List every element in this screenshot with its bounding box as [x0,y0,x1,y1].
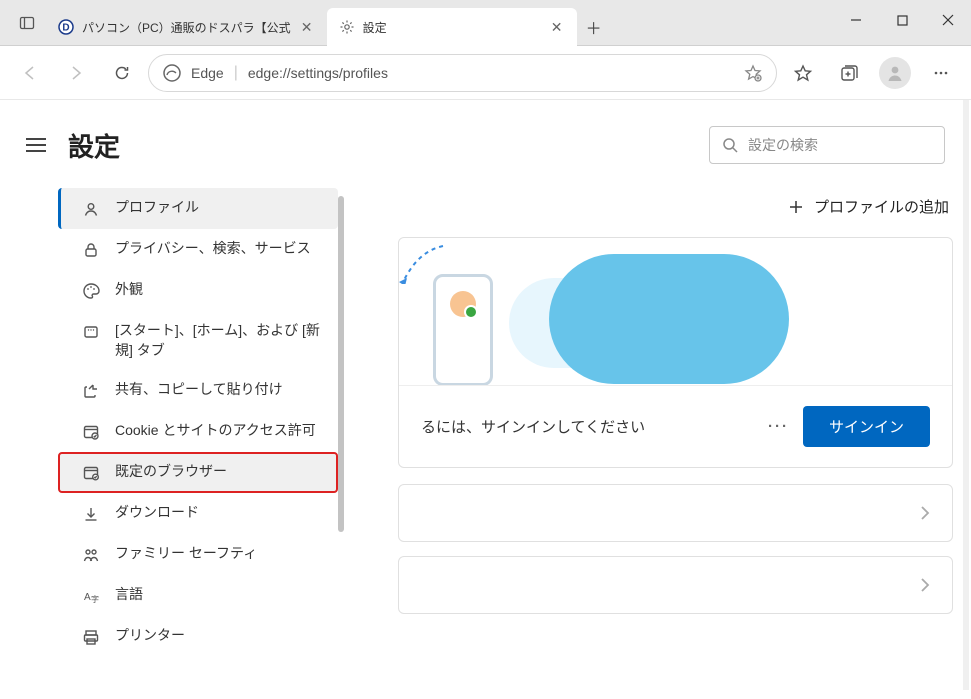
edge-logo-icon [163,64,181,82]
tab-actions-button[interactable] [8,4,46,42]
cookie-icon [81,422,101,442]
chevron-right-icon [920,505,930,521]
sidebar-item-profile[interactable]: プロファイル [58,188,338,229]
power-icon [81,322,101,342]
sidebar-item-share[interactable]: 共有、コピーして貼り付け [58,370,338,411]
tab-well: D パソコン（PC）通販のドスパラ【公式 ✕ 設定 ✕ ＋ [0,0,611,46]
sidebar-item-label: ダウンロード [115,503,324,523]
address-bar[interactable]: Edge | edge://settings/profiles [148,54,777,92]
page-scrollbar[interactable] [963,100,969,690]
forward-button[interactable] [56,53,96,93]
signin-button[interactable]: サインイン [803,406,930,447]
new-tab-button[interactable]: ＋ [577,8,611,46]
back-button[interactable] [10,53,50,93]
collections-button[interactable] [829,53,869,93]
palette-icon [81,281,101,301]
add-favorite-button[interactable] [744,64,762,82]
page-title: 設定 [68,127,120,164]
chevron-right-icon [920,577,930,593]
settings-row-1[interactable] [398,484,953,542]
sidebar-item-lock[interactable]: プライバシー、検索、サービス [58,229,338,270]
settings-main: プロファイルの追加 るには、サインインしてください ··· サインイン [398,188,953,699]
sidebar-item-label: ファミリー セーフティ [115,544,324,564]
title-bar: D パソコン（PC）通販のドスパラ【公式 ✕ 設定 ✕ ＋ [0,0,971,46]
sidebar-item-language[interactable]: A字言語 [58,575,338,616]
settings-menu-button[interactable] [22,131,50,159]
maximize-button[interactable] [879,0,925,40]
svg-text:A: A [84,592,91,603]
signin-message: るには、サインインしてください [421,416,754,437]
add-profile-label: プロファイルの追加 [814,196,949,217]
profile-card: るには、サインインしてください ··· サインイン [398,237,953,468]
add-profile-button[interactable]: プロファイルの追加 [398,188,953,237]
sidebar-item-browser[interactable]: 既定のブラウザー [58,452,338,493]
tab-1-title: パソコン（PC）通販のドスパラ【公式 [82,19,291,36]
settings-search[interactable]: 設定の検索 [709,126,945,164]
profile-more-button[interactable]: ··· [768,418,789,435]
refresh-button[interactable] [102,53,142,93]
address-identity: Edge [191,65,224,81]
sidebar-item-family[interactable]: ファミリー セーフティ [58,534,338,575]
sidebar-scrollbar[interactable] [338,196,344,532]
svg-text:D: D [62,23,69,34]
family-icon [81,545,101,565]
share-icon [81,381,101,401]
settings-header: 設定 設定の検索 [0,100,971,184]
search-icon [722,137,738,153]
close-window-button[interactable] [925,0,971,40]
profile-button[interactable] [875,53,915,93]
avatar-icon [879,57,911,89]
tab-2[interactable]: 設定 ✕ [327,8,577,46]
tab-1[interactable]: D パソコン（PC）通販のドスパラ【公式 ✕ [46,8,327,46]
sidebar-item-power[interactable]: [スタート]、[ホーム]、および [新規] タブ [58,311,338,370]
sidebar-item-label: 共有、コピーして貼り付け [115,380,324,400]
browser-icon [81,463,101,483]
sidebar-item-printer[interactable]: プリンター [58,616,338,657]
toolbar: Edge | edge://settings/profiles [0,46,971,100]
language-icon: A字 [81,586,101,606]
sidebar-item-label: プリンター [115,626,324,646]
gear-icon [339,19,355,35]
sidebar-item-palette[interactable]: 外観 [58,270,338,311]
printer-icon [81,627,101,647]
search-placeholder: 設定の検索 [748,135,818,155]
sidebar-item-label: [スタート]、[ホーム]、および [新規] タブ [115,321,324,360]
page-content: 設定 設定の検索 プロファイルの追加 るには、サインインしてください ··· サ… [0,100,971,699]
sidebar-item-label: プライバシー、検索、サービス [115,239,324,259]
tab-actions-icon [19,15,35,31]
lock-icon [81,240,101,260]
favorites-button[interactable] [783,53,823,93]
favicon-dospara: D [58,19,74,35]
tab-2-title: 設定 [363,19,541,36]
download-icon [81,504,101,524]
sidebar-item-download[interactable]: ダウンロード [58,493,338,534]
plus-icon [788,199,804,215]
sidebar-item-label: プロファイル [115,198,324,218]
tab-2-close[interactable]: ✕ [549,19,565,35]
address-url: edge://settings/profiles [248,65,734,81]
tab-1-close[interactable]: ✕ [299,19,315,35]
sidebar-item-cookie[interactable]: Cookie とサイトのアクセス許可 [58,411,338,452]
settings-row-2[interactable] [398,556,953,614]
sidebar-item-label: 既定のブラウザー [115,462,324,482]
sidebar-item-label: 外観 [115,280,324,300]
menu-button[interactable] [921,53,961,93]
svg-text:字: 字 [91,594,99,604]
settings-sidebar: プロファイルプライバシー、検索、サービス外観 [スタート]、[ホーム]、および [… [58,188,338,699]
window-controls [833,0,971,40]
minimize-button[interactable] [833,0,879,40]
sidebar-item-label: 言語 [115,585,324,605]
sidebar-item-label: Cookie とサイトのアクセス許可 [115,421,324,441]
profile-icon [81,199,101,219]
profile-illustration [399,238,952,386]
